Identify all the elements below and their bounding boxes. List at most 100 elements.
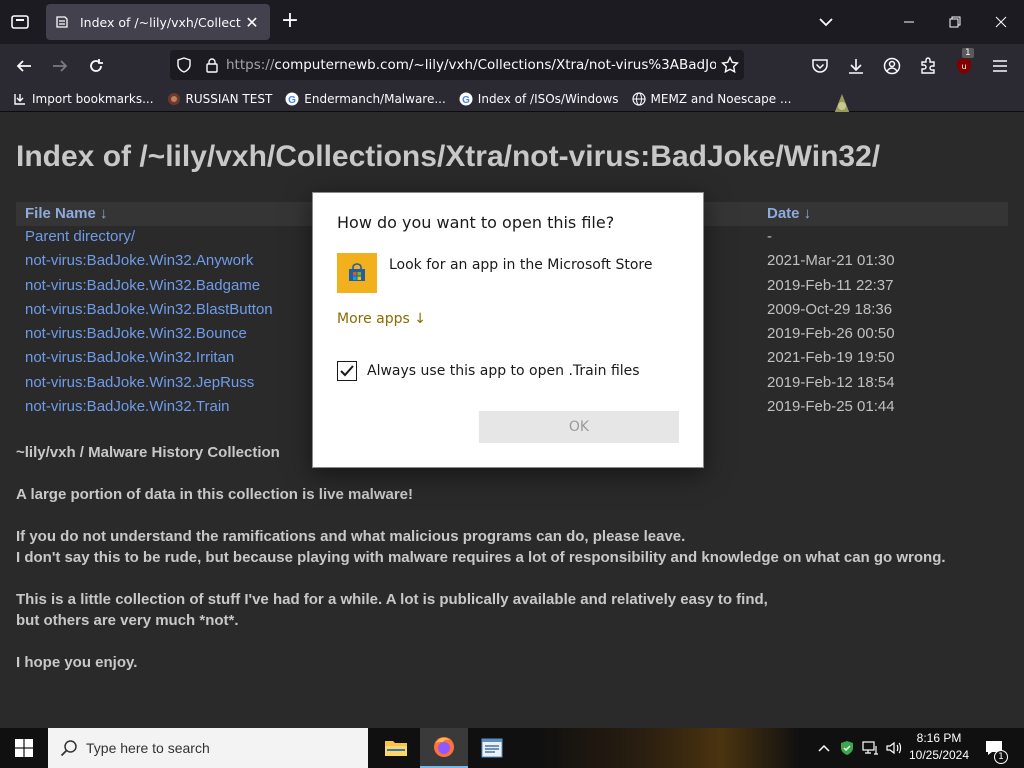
file-link[interactable]: not-virus:BadJoke.Win32.Badgame [25,277,260,294]
start-button[interactable] [0,728,48,768]
tracking-protection-icon[interactable] [170,51,198,79]
file-link[interactable]: not-virus:BadJoke.Win32.Irritan [25,349,234,366]
ok-button[interactable]: OK [479,411,679,443]
google-icon: G [458,91,474,107]
account-button[interactable] [878,52,906,80]
forward-button[interactable] [46,52,74,80]
tab-title: Index of /~lily/vxh/Collections/ [80,14,242,30]
file-date: 2019-Feb-26 00:50 [767,325,895,343]
search-icon [60,740,77,757]
ublock-shield-icon: u [957,58,971,74]
taskbar-clock[interactable]: 8:16 PM 10/25/2024 [900,730,978,766]
site-icon [166,91,182,107]
microsoft-store-icon [337,253,377,293]
readme-paragraph: I don't say this to be rude, but because… [16,549,946,566]
readme-paragraph: This is a little collection of stuff I'v… [16,591,768,608]
new-tab-button[interactable]: + [278,10,302,34]
reload-button[interactable] [82,52,110,80]
readme-paragraph: If you do not understand the ramificatio… [16,528,686,545]
app-option-microsoft-store[interactable]: Look for an app in the Microsoft Store [337,253,687,295]
network-icon [862,741,878,755]
file-date: 2009-Oct-29 18:36 [767,300,893,318]
pocket-icon [812,59,828,73]
tab-close-icon[interactable]: ✕ [242,12,262,32]
always-use-checkbox[interactable] [337,361,357,381]
ublock-extension-button[interactable]: u 1 [950,48,978,80]
reload-icon [90,59,103,72]
file-link[interactable]: not-virus:BadJoke.Win32.JepRuss [25,374,254,391]
show-hidden-icons-button[interactable] [814,728,834,768]
extensions-button[interactable] [914,52,942,80]
always-use-option[interactable]: Always use this app to open .Train files [337,361,640,381]
notepad-icon [481,738,503,758]
bookmark-label: MEMZ and Noescape ... [650,91,792,106]
bookmark-isos-windows[interactable]: G Index of /ISOs/Windows [458,91,619,107]
taskbar-search-box[interactable]: Type here to search [48,728,368,768]
app-menu-button[interactable] [986,52,1014,80]
readme-section: ~lily/vxh / Malware History Collection A… [16,442,1016,694]
column-header-name[interactable]: File Name ↓ [25,205,108,222]
firefox-view-icon [11,15,29,29]
close-icon [995,16,1007,28]
bookmark-memz[interactable]: MEMZ and Noescape ... [631,91,792,107]
clock-date: 10/25/2024 [908,748,970,762]
svg-text:G: G [288,95,296,106]
puzzle-icon [921,57,935,74]
search-placeholder: Type here to search [86,740,210,756]
navigation-toolbar: https://computernewb.com/~lily/vxh/Colle… [0,44,1024,86]
bookmark-russian-test[interactable]: RUSSIAN TEST [166,91,272,107]
lock-icon[interactable] [198,51,226,79]
tray-sync-status[interactable] [836,728,858,768]
tab-strip: Index of /~lily/vxh/Collections/ ✕ + [0,0,1024,44]
file-date: 2019-Feb-11 22:37 [767,276,894,294]
back-button[interactable] [10,52,38,80]
account-icon [883,57,901,75]
open-with-dialog: How do you want to open this file? Look … [312,192,704,468]
action-center-button[interactable]: 1 [980,728,1008,768]
windows-logo-icon [15,739,33,757]
file-link[interactable]: not-virus:BadJoke.Win32.BlastButton [25,301,273,318]
bookmark-label: Endermanch/Malware... [304,91,446,106]
file-link[interactable]: not-virus:BadJoke.Win32.Train [25,398,230,415]
windows-taskbar: Type here to search 8:16 PM 10/25/2024 1 [0,728,1024,768]
globe-icon [631,91,647,107]
minimize-button[interactable] [886,8,932,36]
clock-time: 8:16 PM [916,731,962,745]
firefox-view-button[interactable] [6,10,34,34]
file-link[interactable]: not-virus:BadJoke.Win32.Bounce [25,325,247,342]
file-link[interactable]: not-virus:BadJoke.Win32.Anywork [25,252,253,269]
pocket-button[interactable] [806,52,834,80]
browser-tab[interactable]: Index of /~lily/vxh/Collections/ ✕ [46,4,270,40]
folder-icon [385,741,407,756]
restore-button[interactable] [932,8,978,36]
file-date: 2019-Feb-25 01:44 [767,398,895,416]
notification-count-badge: 1 [994,750,1008,764]
google-icon: G [284,91,300,107]
arrow-right-icon [53,60,68,72]
restore-icon [949,16,961,28]
arrow-left-icon [16,60,31,72]
bookmark-star-icon[interactable] [716,51,744,79]
readme-closing: I hope you enjoy. [16,654,138,671]
taskbar-file-explorer[interactable] [372,728,420,768]
column-header-date[interactable]: Date ↓ [767,205,811,222]
readme-warning: A large portion of data in this collecti… [16,486,414,503]
tab-favicon-icon [54,14,70,30]
sync-shield-icon [841,741,853,755]
taskbar-firefox[interactable] [420,728,468,768]
readme-paragraph: but others are very much *not*. [16,612,239,629]
url-bar[interactable]: https://computernewb.com/~lily/vxh/Colle… [170,50,744,80]
file-date: 2019-Feb-12 18:54 [767,373,895,391]
parent-directory-link[interactable]: Parent directory/ [25,228,135,245]
bookmark-import[interactable]: Import bookmarks... [12,91,154,107]
bookmark-label: Index of /ISOs/Windows [477,91,619,106]
hamburger-icon [993,60,1007,72]
taskbar-notepad[interactable] [468,728,516,768]
desktop-wallpaper-strip [540,728,800,768]
close-window-button[interactable] [978,8,1024,36]
more-apps-link[interactable]: More apps ↓ [337,311,426,327]
tray-network[interactable] [860,728,882,768]
bookmark-endermanch[interactable]: G Endermanch/Malware... [284,91,446,107]
downloads-button[interactable] [842,52,870,80]
list-all-tabs-button[interactable] [814,12,838,32]
